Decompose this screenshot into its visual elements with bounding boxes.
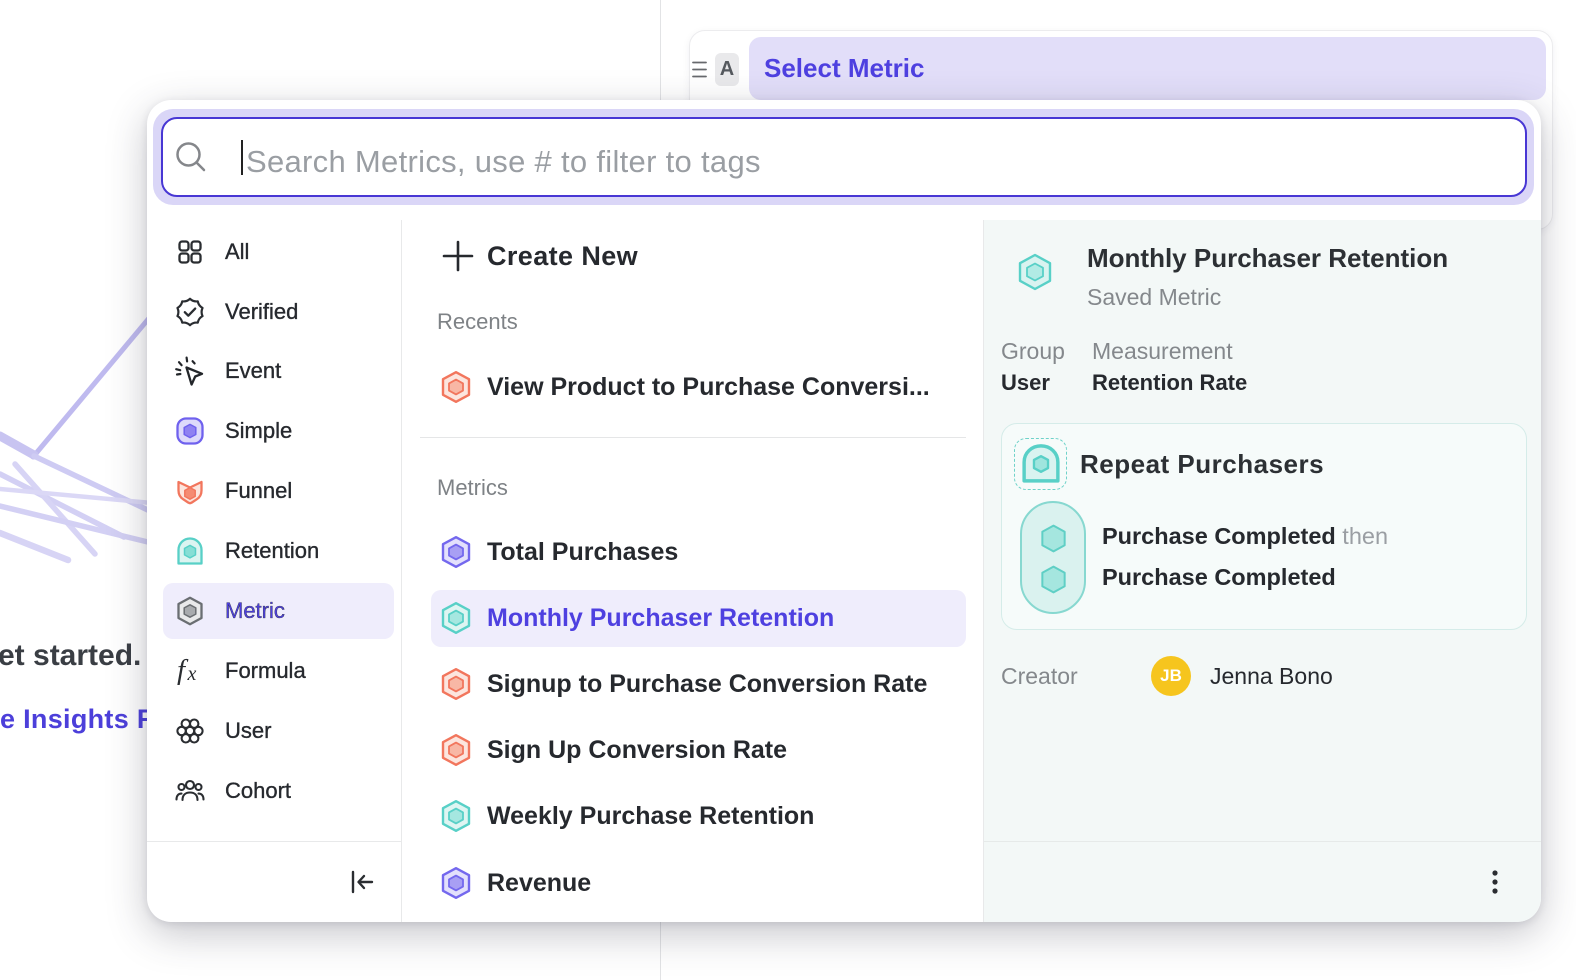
svg-text:x: x [187, 663, 197, 685]
